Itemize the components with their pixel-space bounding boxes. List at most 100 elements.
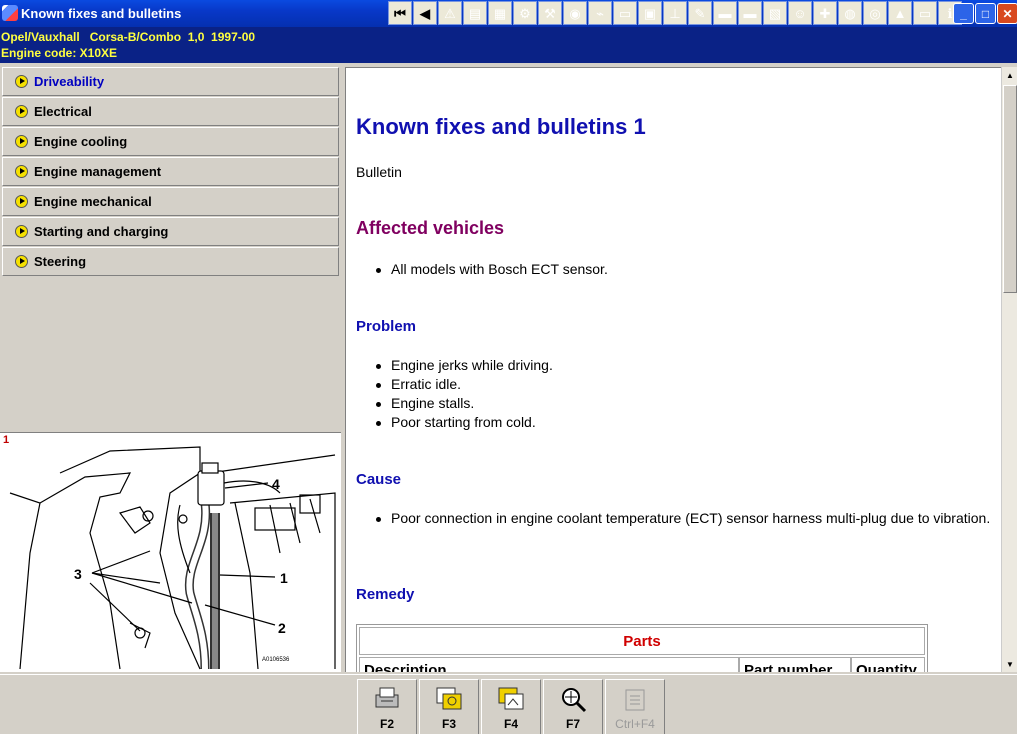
scroll-down-icon[interactable]: ▼	[1002, 656, 1017, 672]
document-title: Known fixes and bulletins 1	[356, 114, 646, 139]
callout-4: 4	[272, 476, 280, 492]
document-icon[interactable]: ▤	[463, 1, 487, 25]
nav-item-label: Electrical	[34, 104, 92, 119]
affected-vehicles-list: All models with Bosch ECT sensor.	[372, 260, 992, 279]
maximize-button[interactable]: □	[975, 3, 996, 24]
list-item: Engine jerks while driving.	[372, 356, 992, 375]
zoom-button[interactable]: F7	[543, 679, 603, 734]
diagnostic-icon[interactable]: ✚	[813, 1, 837, 25]
nav-item-engine-management[interactable]: Engine management	[2, 157, 339, 186]
print-icon	[372, 685, 402, 713]
arrow-right-icon	[15, 255, 28, 268]
garage-icon[interactable]: ▣	[638, 1, 662, 25]
list-item: All models with Bosch ECT sensor.	[372, 260, 992, 279]
car-icon[interactable]: ▭	[613, 1, 637, 25]
remedy-heading: Remedy	[356, 586, 415, 603]
function-key-label: F3	[441, 717, 456, 731]
notes-icon	[620, 685, 650, 713]
nav-item-label: Engine management	[34, 164, 162, 179]
bulletin-document: Known fixes and bulletins 1 Bulletin Aff…	[345, 67, 1001, 672]
list-item: Poor connection in engine coolant temper…	[372, 509, 992, 528]
print-button[interactable]: F2	[357, 679, 417, 734]
bus-icon[interactable]: ▭	[913, 1, 937, 25]
column-description: Description	[359, 657, 739, 672]
map-icon[interactable]: ▦	[488, 1, 512, 25]
smiley-icon[interactable]: ☺	[788, 1, 812, 25]
scroll-up-icon[interactable]: ▲	[1002, 67, 1017, 83]
vehicle-header: Opel/Vauxhall Corsa-B/Combo 1,0 1997-00 …	[0, 27, 1017, 63]
repair-icon[interactable]: ✎	[688, 1, 712, 25]
arrow-right-icon	[15, 75, 28, 88]
nav-item-steering[interactable]: Steering	[2, 247, 339, 276]
ect-sensor-illustration: 3 1 2 4 A0106536	[9, 446, 336, 670]
figure-number: 1	[3, 434, 10, 446]
window-title: Known fixes and bulletins	[21, 6, 182, 21]
list-item: Engine stalls.	[372, 394, 992, 413]
minimize-button[interactable]: _	[953, 3, 974, 24]
app-icon[interactable]	[2, 5, 18, 21]
copy-image-button[interactable]: F3	[419, 679, 479, 734]
nav-item-label: Steering	[34, 254, 87, 269]
category-list: Driveability Electrical Engine cooling Engi…	[0, 66, 341, 430]
nav-item-label: Driveability	[34, 74, 105, 89]
function-key-label: F7	[565, 717, 580, 731]
scroll-thumb[interactable]	[1003, 85, 1017, 293]
callout-3: 3	[74, 566, 82, 582]
wiring-icon[interactable]: ⌁	[588, 1, 612, 25]
list-item: Poor starting from cold.	[372, 413, 992, 432]
nav-item-electrical[interactable]: Electrical	[2, 97, 339, 126]
cause-list: Poor connection in engine coolant temper…	[372, 509, 992, 528]
zoom-icon	[558, 685, 588, 713]
nav-item-driveability[interactable]: Driveability	[2, 67, 339, 96]
affected-vehicles-heading: Affected vehicles	[356, 218, 505, 238]
callout-1: 1	[280, 570, 288, 586]
problem-heading: Problem	[356, 318, 417, 335]
gauge-icon[interactable]: ◉	[563, 1, 587, 25]
close-button[interactable]: ✕	[997, 3, 1017, 24]
list-item: Erratic idle.	[372, 375, 992, 394]
nav-item-engine-cooling[interactable]: Engine cooling	[2, 127, 339, 156]
car-service-icon[interactable]: ▬	[713, 1, 737, 25]
nav-item-label: Engine mechanical	[34, 194, 152, 209]
document-scrollbar[interactable]: ▲ ▼	[1001, 67, 1017, 672]
function-key-bar: F2 F3 F4 F7 Ctrl+F4	[0, 674, 1017, 734]
nav-item-label: Starting and charging	[34, 224, 169, 239]
engine-icon[interactable]: ⚙	[513, 1, 537, 25]
previous-icon[interactable]: ◀	[413, 1, 437, 25]
document-type: Bulletin	[356, 164, 402, 180]
nav-item-engine-mechanical[interactable]: Engine mechanical	[2, 187, 339, 216]
arrow-right-icon	[15, 195, 28, 208]
view-images-button[interactable]: F4	[481, 679, 541, 734]
tyre-icon[interactable]: ◎	[863, 1, 887, 25]
callout-2: 2	[278, 620, 286, 636]
nav-item-starting-and-charging[interactable]: Starting and charging	[2, 217, 339, 246]
warning-icon[interactable]: ⚠	[438, 1, 462, 25]
arrow-right-icon	[15, 105, 28, 118]
first-record-icon[interactable]: ⏮	[388, 1, 412, 25]
column-quantity: Quantity	[851, 657, 925, 672]
arrow-right-icon	[15, 225, 28, 238]
arrow-right-icon	[15, 135, 28, 148]
car-green-icon[interactable]: ▬	[738, 1, 762, 25]
nav-item-label: Engine cooling	[34, 134, 128, 149]
problem-list: Engine jerks while driving. Erratic idle.…	[372, 356, 992, 432]
toolbar: ⏮ ◀ ⚠ ▤ ▦ ⚙ ⚒ ◉ ⌁ ▭ ▣ ⊥ ✎ ▬ ▬ ▧ ☺ ✚ ◍ ◎ ▲ ▭ ℹ	[388, 1, 962, 25]
function-key-label: F2	[379, 717, 394, 731]
copy-image-icon	[434, 685, 464, 713]
illustration-panel: 3 1 2 4 A0106536 1	[0, 432, 341, 672]
tools-icon[interactable]: ⚒	[538, 1, 562, 25]
arrow-right-icon	[15, 165, 28, 178]
globe-icon[interactable]: ◍	[838, 1, 862, 25]
lift-icon[interactable]: ⊥	[663, 1, 687, 25]
parts-table-header: Description Part number Quantity	[359, 657, 925, 672]
bulletin-icon[interactable]: ▧	[763, 1, 787, 25]
parts-table-title: Parts	[359, 627, 925, 655]
road-sign-icon[interactable]: ▲	[888, 1, 912, 25]
title-bar: Known fixes and bulletins ⏮ ◀ ⚠ ▤ ▦ ⚙ ⚒ ◉ ⌁ ▭ ▣ ⊥ ✎ ▬…	[0, 0, 1017, 27]
vehicle-model: Opel/Vauxhall Corsa-B/Combo 1,0 1997-00	[1, 30, 256, 44]
column-part-number: Part number	[739, 657, 851, 672]
view-images-icon	[496, 685, 526, 713]
notes-button: Ctrl+F4	[605, 679, 665, 734]
parts-table: Parts Description Part number Quantity	[356, 624, 928, 672]
figure-reference: A0106536	[262, 657, 290, 663]
